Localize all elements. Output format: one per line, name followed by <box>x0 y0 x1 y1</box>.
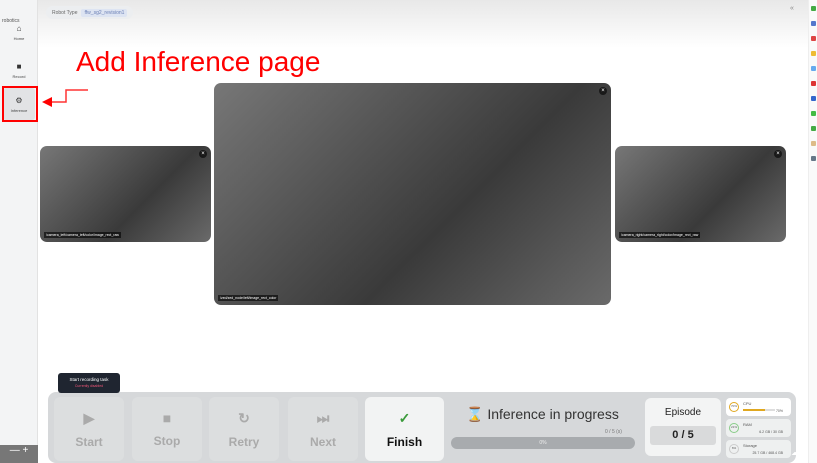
robot-type-value: ffw_sg2_revision1 <box>81 8 128 17</box>
ram-label: RAM <box>743 422 752 427</box>
tooltip-subtitle: Currently disabled <box>74 384 104 388</box>
status-label: Inference in progress <box>487 406 619 422</box>
retry-icon: ↻ <box>238 409 250 426</box>
hourglass-icon: ⌛ <box>466 406 484 422</box>
sidebar-item-home[interactable]: ⌂ Home <box>3 16 35 48</box>
start-label: Start <box>75 434 103 449</box>
home-icon: ⌂ <box>16 23 22 33</box>
skip-next-icon: ⏭ <box>316 409 330 426</box>
browser-extension-strip <box>808 0 817 463</box>
sidebar: robotics ⌂ Home ■ Record ⚙ Inference <box>0 0 38 463</box>
stop-label: Stop <box>153 434 181 448</box>
camera-topic: /camera_left/camera_left/color/image_rec… <box>44 232 121 238</box>
status-text: ⌛ Inference in progress <box>466 406 619 423</box>
episode-label: Episode <box>664 407 702 418</box>
episode-card: Episode 0 / 5 <box>645 398 721 456</box>
cpu-bar <box>743 409 775 411</box>
camera-center-feed: × /zed/zed_node/left/image_rect_color <box>214 83 611 305</box>
finish-label: Finish <box>386 434 423 449</box>
close-icon[interactable]: × <box>199 150 207 158</box>
video-icon: ■ <box>16 61 22 71</box>
camera-right-feed: × /camera_right/camera_right/color/image_… <box>615 146 786 242</box>
add-button[interactable]: — + <box>0 445 38 463</box>
progress-bar: 0% <box>451 437 635 449</box>
progress-time: 0 / 5 (s) <box>605 429 622 435</box>
next-label: Next <box>309 434 336 449</box>
tooltip-title: Start recording task <box>69 377 109 382</box>
storage-value: 25.7 GB / 468.4 GB <box>752 451 783 455</box>
annotation-highlight <box>2 86 38 122</box>
close-icon[interactable]: × <box>599 87 607 95</box>
cpu-label: CPU <box>743 401 752 406</box>
camera-topic: /zed/zed_node/left/image_rect_color <box>218 295 279 301</box>
storage-label: Storage <box>743 443 758 448</box>
storage-stat: 6% Storage 25.7 GB / 468.4 GB <box>726 440 791 458</box>
camera-topic: /camera_right/camera_right/color/image_r… <box>619 232 701 238</box>
sidebar-item-label: Record <box>12 73 26 79</box>
stop-button[interactable]: ■ Stop <box>132 397 202 461</box>
episode-value: 0 / 5 <box>650 426 716 445</box>
close-icon[interactable]: × <box>774 150 782 158</box>
play-icon: ▶ <box>83 409 95 426</box>
annotation-arrow <box>42 89 88 107</box>
retry-label: Retry <box>228 434 260 449</box>
tooltip: Start recording task Currently disabled <box>58 373 120 393</box>
header <box>38 0 808 48</box>
next-button[interactable]: ⏭ Next <box>288 397 358 461</box>
finish-button[interactable]: ✓ Finish <box>365 397 444 461</box>
collapse-button[interactable]: « <box>790 5 794 12</box>
check-icon: ✓ <box>398 409 411 426</box>
start-button[interactable]: ▶ Start <box>54 397 124 461</box>
storage-ring: 6% <box>729 444 739 454</box>
cloud-download-icon[interactable]: ☁ <box>791 447 800 458</box>
progress-label: 0% <box>539 440 547 446</box>
robot-type: Robot Type ffw_sg2_revision1 <box>46 6 134 19</box>
camera-left-feed: × /camera_left/camera_left/color/image_re… <box>40 146 211 242</box>
cpu-value: 70% <box>775 409 783 413</box>
ram-value: 6.2 GB / 30 GB <box>759 430 783 434</box>
sidebar-item-label: Home <box>13 35 25 41</box>
cpu-ring: 70% <box>729 402 739 412</box>
robot-type-label: Robot Type <box>52 9 78 16</box>
stop-icon: ■ <box>162 410 172 426</box>
cpu-stat: 70% CPU 70% <box>726 398 791 416</box>
annotation-text: Add Inference page <box>76 46 321 77</box>
ram-stat: 21% RAM 6.2 GB / 30 GB <box>726 419 791 437</box>
retry-button[interactable]: ↻ Retry <box>209 397 279 461</box>
sidebar-item-record[interactable]: ■ Record <box>3 54 35 86</box>
ram-ring: 21% <box>729 423 739 433</box>
